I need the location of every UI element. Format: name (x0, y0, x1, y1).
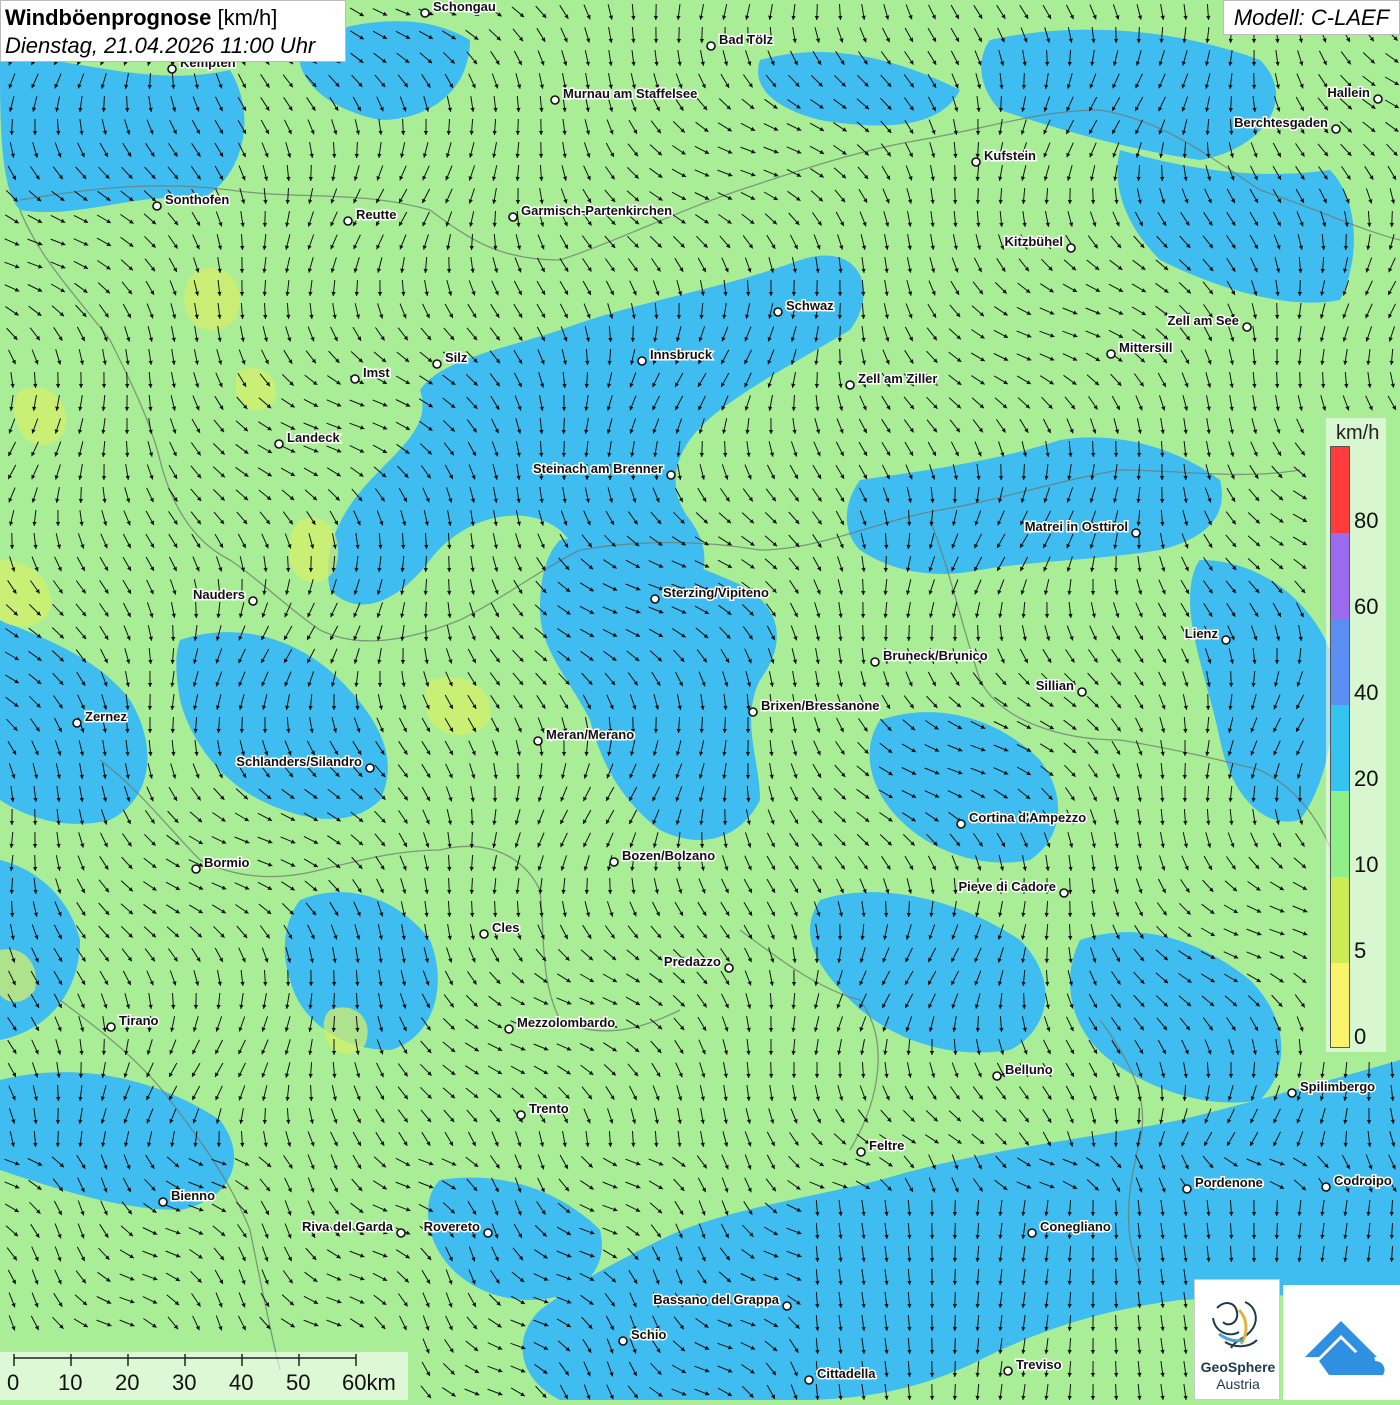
wind-gust-map[interactable]: SchongauBad TölzKemptenMurnau am Staffel… (0, 0, 1400, 1400)
